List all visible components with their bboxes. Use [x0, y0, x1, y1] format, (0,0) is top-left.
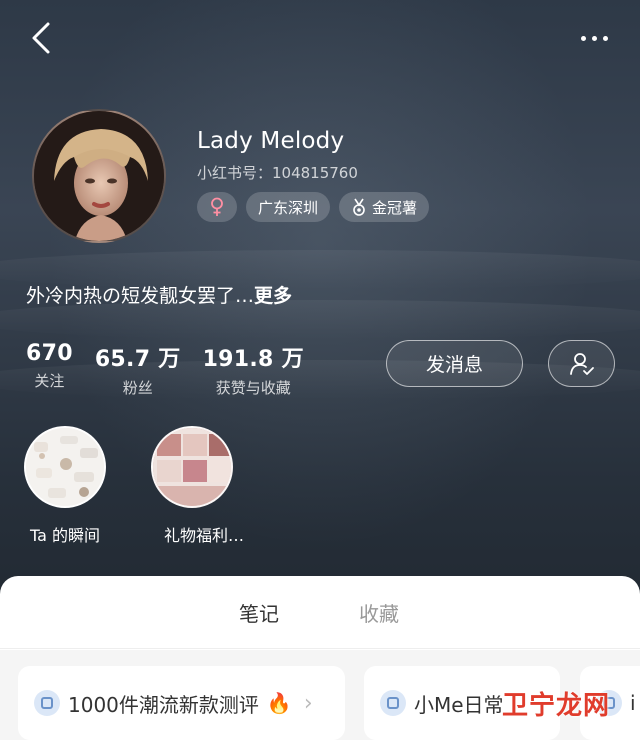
user-check-icon	[569, 352, 594, 375]
stat-followers-value: 65.7 万	[94, 347, 181, 372]
profile-id: 小红书号：104815760	[197, 164, 358, 182]
chevron-right-icon: ›	[303, 690, 313, 716]
content-tabs: 笔记 收藏	[0, 598, 640, 664]
more-options-button[interactable]	[574, 24, 614, 52]
highlight-moments-thumbnail	[24, 426, 106, 508]
send-message-label: 发消息	[425, 354, 483, 376]
highlight-gifts-thumbnail	[151, 426, 233, 508]
avatar[interactable]	[32, 109, 166, 243]
send-message-button[interactable]: 发消息	[386, 340, 523, 387]
profile-tags: 广东深圳 金冠薯	[197, 192, 430, 222]
followed-button[interactable]	[548, 340, 615, 387]
site-watermark: 卫宁龙网	[501, 691, 610, 721]
collection-card[interactable]: 1000件潮流新款测评 🔥 ›	[18, 666, 345, 740]
stat-followers-label: 粉丝	[122, 379, 153, 397]
profile-stats: 670 关注 65.7 万 粉丝 191.8 万 获赞与收藏	[26, 341, 304, 398]
stat-following-value: 670	[26, 341, 73, 366]
content-sheet: 笔记 收藏 1000件潮流新款测评 🔥 › 小Me日常 i 卫宁龙网	[0, 576, 640, 740]
tabs-divider	[0, 648, 640, 649]
location-tag[interactable]: 广东深圳	[246, 192, 331, 222]
gender-tag	[197, 192, 237, 222]
fire-icon: 🔥	[266, 691, 292, 715]
collection-title: 1000件潮流新款测评	[68, 692, 259, 717]
profile-bio[interactable]: 外冷内热の短发靓女罢了…更多	[26, 281, 292, 308]
highlight-gifts-label: 礼物福利…	[164, 526, 245, 545]
collage-thumbnail-image	[26, 428, 104, 506]
more-dot	[602, 35, 608, 41]
collection-title: 小Me日常	[414, 692, 504, 717]
stat-likes-label: 获赞与收藏	[215, 379, 291, 397]
female-icon	[211, 197, 223, 216]
more-dots-icon	[580, 35, 586, 41]
tab-notes[interactable]: 笔记	[239, 598, 279, 627]
collection-title: i	[630, 691, 636, 715]
highlight-gifts[interactable]: 礼物福利…	[140, 426, 244, 546]
level-badge-label: 金冠薯	[372, 198, 418, 217]
collection-icon	[34, 690, 60, 716]
medal-icon	[353, 198, 365, 216]
collection-icon	[380, 690, 406, 716]
more-dot	[591, 35, 597, 41]
stat-likes-collects[interactable]: 191.8 万 获赞与收藏	[203, 341, 304, 398]
stat-following-label: 关注	[34, 372, 65, 390]
highlights-row: Ta 的瞬间 礼物福利…	[24, 426, 244, 546]
avatar-portrait-image	[34, 111, 164, 241]
stat-following[interactable]: 670 关注	[26, 341, 73, 398]
stat-likes-value: 191.8 万	[202, 347, 304, 372]
back-button[interactable]	[26, 18, 56, 58]
location-tag-label: 广东深圳	[258, 198, 319, 217]
chevron-left-icon	[32, 22, 50, 54]
highlight-moments-label: Ta 的瞬间	[29, 526, 101, 545]
level-badge-tag[interactable]: 金冠薯	[339, 192, 430, 222]
stat-followers[interactable]: 65.7 万 粉丝	[95, 341, 181, 398]
bio-text: 外冷内热の短发靓女罢了…	[26, 285, 255, 307]
highlight-moments[interactable]: Ta 的瞬间	[24, 426, 106, 546]
tab-collections[interactable]: 收藏	[359, 598, 399, 627]
collage-thumbnail-image	[153, 428, 231, 506]
bio-more-link[interactable]: 更多	[254, 285, 292, 307]
profile-name: Lady Melody	[197, 128, 345, 154]
